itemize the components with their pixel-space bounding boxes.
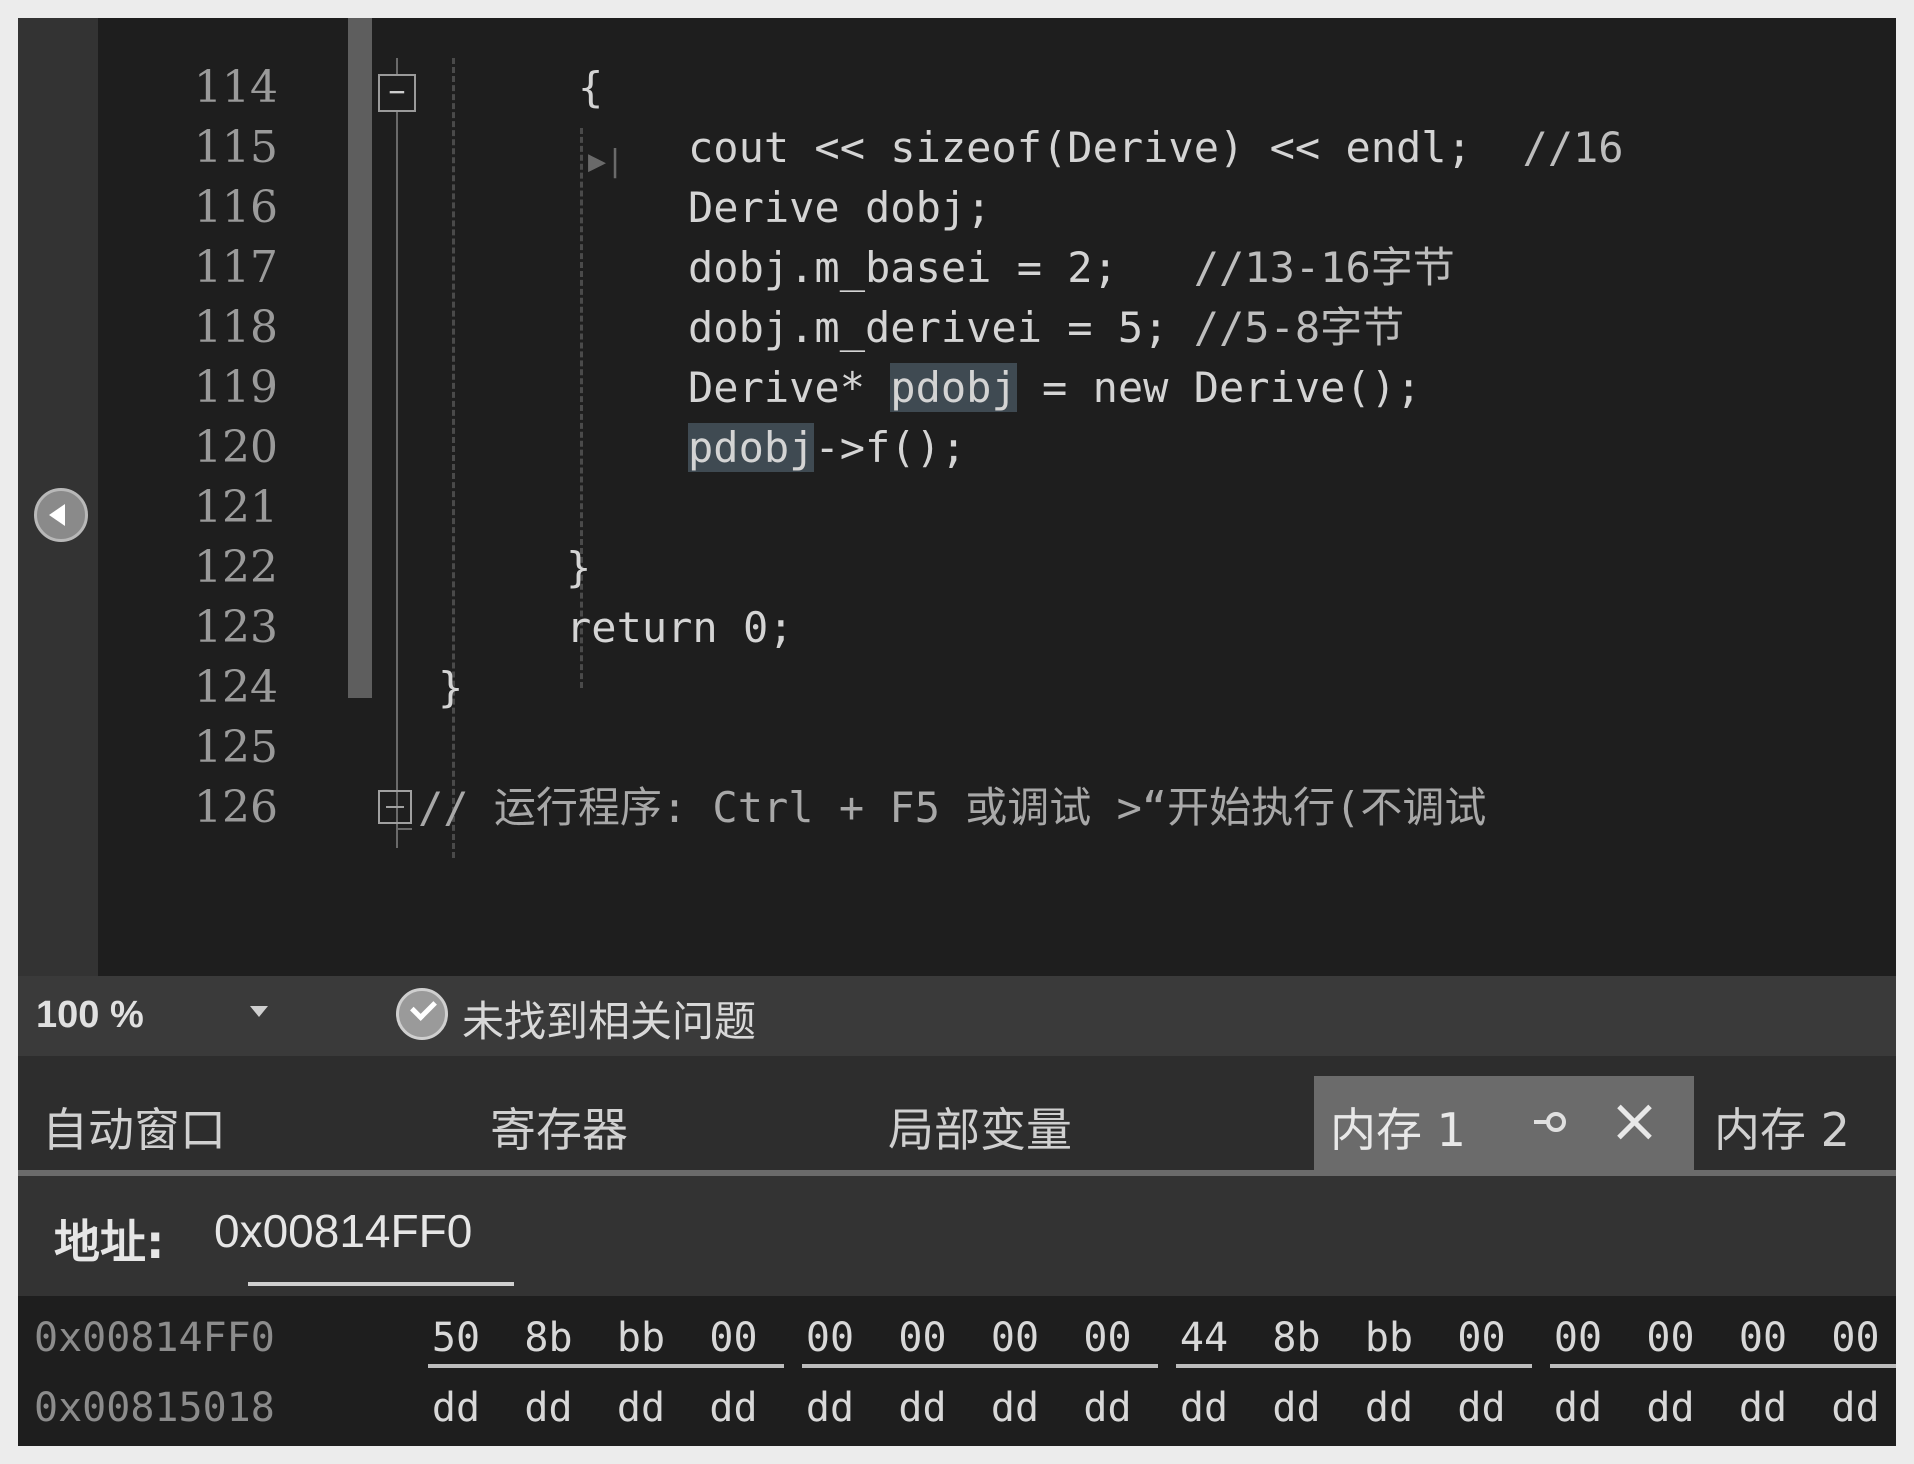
highlighted-reference[interactable]: pdobj	[890, 363, 1017, 412]
memory-byte[interactable]: 00	[1731, 1308, 1795, 1368]
code-line-119: Derive* pdobj = new Derive();	[688, 363, 1422, 412]
code-editor[interactable]: 114 115 116 117 118 119 120 121 122 123 124 125 126 …	[18, 18, 1896, 976]
memory-byte[interactable]: 50	[424, 1308, 488, 1368]
memory-byte[interactable]: 00	[1450, 1308, 1514, 1368]
issues-status[interactable]: 未找到相关问题	[462, 988, 756, 1049]
line-number: 114	[194, 62, 278, 113]
tab-memory-1-label: 内存 1	[1330, 1103, 1466, 1157]
tab-locals[interactable]: 局部变量	[888, 1094, 1072, 1160]
memory-grid[interactable]: 0x00814FF0 50 8b bb 00 00 00 00 00 44 8b bb 00 00 00 00…	[18, 1296, 1896, 1446]
changed-bytes-underline	[428, 1364, 784, 1368]
code-line-124: }	[438, 663, 464, 712]
code-line-126: // 运行程序: Ctrl + F5 或调试 >“开始执行(不调试	[378, 778, 1486, 838]
changed-bytes-underline	[1550, 1364, 1896, 1368]
memory-byte[interactable]: 8b	[517, 1308, 581, 1368]
highlighted-reference[interactable]: pdobj	[688, 423, 815, 472]
memory-byte[interactable]: bb	[609, 1308, 673, 1368]
changed-bytes-underline	[1176, 1364, 1532, 1368]
memory-byte[interactable]: dd	[1546, 1378, 1610, 1438]
zoom-dropdown-icon[interactable]	[250, 1006, 268, 1017]
memory-byte[interactable]: dd	[517, 1378, 581, 1438]
code-line-115: cout << sizeof(Derive) << endl; //16	[688, 123, 1624, 172]
tab-autos[interactable]: 自动窗口	[42, 1094, 226, 1160]
memory-byte[interactable]: dd	[1076, 1378, 1140, 1438]
line-number: 124	[194, 662, 278, 713]
memory-byte[interactable]: 00	[1076, 1308, 1140, 1368]
memory-byte[interactable]: 00	[798, 1308, 862, 1368]
editor-status-bar: 100 % 未找到相关问题	[18, 976, 1896, 1056]
code-line-116: Derive dobj;	[688, 183, 992, 232]
memory-byte[interactable]: 8b	[1265, 1308, 1329, 1368]
close-icon[interactable]	[1612, 1100, 1656, 1144]
collapse-block-icon[interactable]: −	[378, 74, 416, 112]
memory-byte[interactable]: 00	[1546, 1308, 1610, 1368]
line-number: 117	[194, 242, 278, 293]
memory-byte[interactable]: dd	[1357, 1378, 1421, 1438]
line-number: 122	[194, 542, 278, 593]
line-number: 118	[194, 302, 278, 353]
visual-studio-window: 114 115 116 117 118 119 120 121 122 123 124 125 126 …	[18, 18, 1896, 1446]
outline-guide	[396, 58, 398, 848]
address-label: 地址:	[54, 1215, 165, 1269]
line-number: 121	[194, 482, 278, 533]
line-number: 123	[194, 602, 278, 653]
memory-byte[interactable]: dd	[609, 1378, 673, 1438]
indent-guide	[452, 58, 455, 858]
code-line-120: pdobj->f();	[688, 423, 967, 472]
changed-bytes-underline	[802, 1364, 1158, 1368]
memory-row-address: 0x00814FF0	[34, 1315, 275, 1361]
tab-memory-1[interactable]: 内存 1	[1314, 1076, 1694, 1176]
code-line-122: }	[566, 543, 592, 592]
line-number: 116	[194, 182, 278, 233]
tab-registers[interactable]: 寄存器	[490, 1094, 628, 1160]
memory-byte[interactable]: dd	[702, 1378, 766, 1438]
memory-byte[interactable]: 00	[702, 1308, 766, 1368]
current-statement-arrow-icon	[34, 488, 88, 542]
memory-byte[interactable]: 00	[1639, 1308, 1703, 1368]
step-into-icon: ▶|	[588, 144, 625, 179]
line-number: 126	[194, 782, 278, 833]
line-number: 120	[194, 422, 278, 473]
line-number: 119	[194, 362, 278, 413]
check-circle-icon	[396, 988, 448, 1040]
address-input-underline	[248, 1282, 514, 1286]
memory-address-bar: 地址: 0x00814FF0	[18, 1176, 1896, 1296]
memory-byte[interactable]: dd	[1450, 1378, 1514, 1438]
code-line-123: return 0;	[566, 603, 794, 652]
memory-byte[interactable]: dd	[1639, 1378, 1703, 1438]
code-line-118: dobj.m_derivei = 5; //5-8字节	[688, 303, 1405, 352]
code-line-114: {	[578, 63, 604, 112]
memory-row-address: 0x00815018	[34, 1385, 275, 1431]
memory-byte[interactable]: dd	[424, 1378, 488, 1438]
address-input[interactable]: 0x00814FF0	[214, 1198, 514, 1264]
memory-byte[interactable]: dd	[1265, 1378, 1329, 1438]
collapse-comment-icon[interactable]	[378, 789, 412, 824]
zoom-level[interactable]: 100 %	[36, 994, 144, 1037]
memory-byte[interactable]: 44	[1172, 1308, 1236, 1368]
memory-byte[interactable]: 00	[983, 1308, 1047, 1368]
tab-memory-2[interactable]: 内存 2	[1714, 1094, 1850, 1160]
memory-byte[interactable]: dd	[1172, 1378, 1236, 1438]
change-tracking-bar	[348, 18, 372, 698]
line-number: 125	[194, 722, 278, 773]
memory-byte[interactable]: 00	[891, 1308, 955, 1368]
code-line-117: dobj.m_basei = 2; //13-16字节	[688, 243, 1455, 292]
memory-byte[interactable]: bb	[1357, 1308, 1421, 1368]
line-number: 115	[194, 122, 278, 173]
memory-byte[interactable]: dd	[891, 1378, 955, 1438]
memory-byte[interactable]: dd	[1731, 1378, 1795, 1438]
pin-icon[interactable]	[1534, 1112, 1566, 1132]
debug-tab-strip: 自动窗口 寄存器 局部变量 内存 1 内存 2	[18, 1056, 1896, 1176]
breakpoint-margin[interactable]	[18, 18, 98, 976]
memory-byte[interactable]: dd	[983, 1378, 1047, 1438]
memory-byte[interactable]: 00	[1824, 1308, 1888, 1368]
memory-byte[interactable]: dd	[1824, 1378, 1888, 1438]
memory-byte[interactable]: dd	[798, 1378, 862, 1438]
